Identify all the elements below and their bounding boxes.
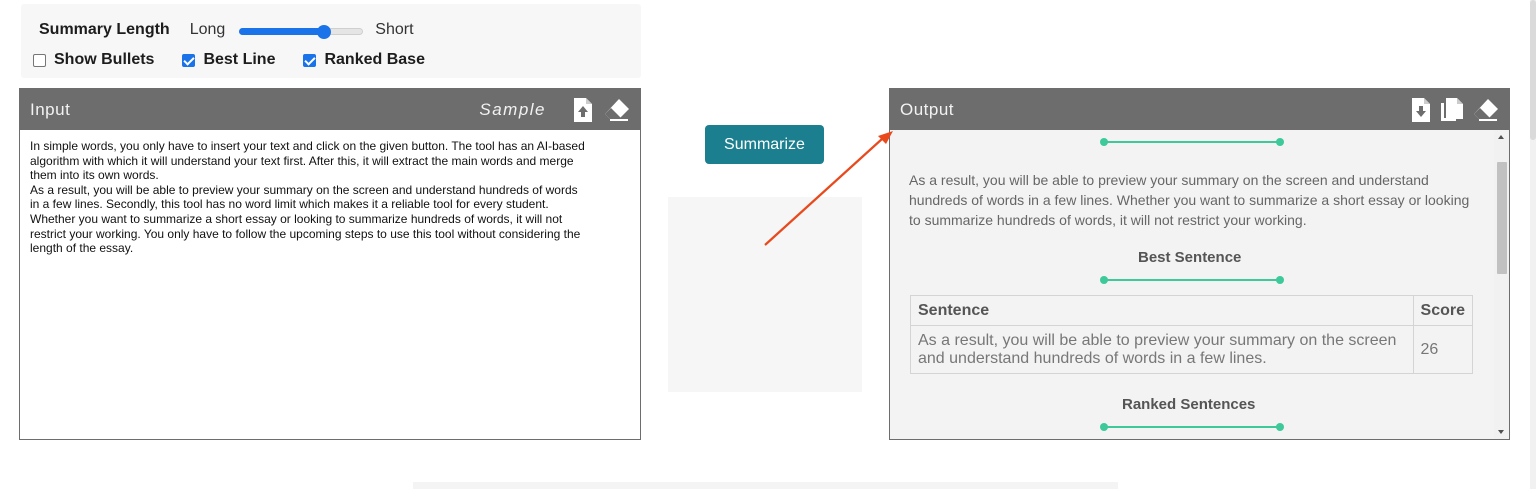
scroll-up-arrow-icon[interactable] xyxy=(1498,135,1504,139)
sample-button[interactable]: Sample xyxy=(479,100,546,120)
output-title: Output xyxy=(900,99,955,119)
input-textarea[interactable]: In simple words, you only have to insert… xyxy=(20,130,640,265)
summary-text: As a result, you will be able to preview… xyxy=(909,172,1470,228)
output-scrollbar[interactable] xyxy=(1494,130,1509,439)
ranked-sentences-title: Ranked Sentences xyxy=(1122,396,1256,413)
ranked-base-option[interactable]: Ranked Base xyxy=(303,51,425,69)
checkbox-row: Show Bullets Best Line Ranked Base xyxy=(33,51,453,69)
ranked-base-label[interactable]: Ranked Base xyxy=(324,51,425,69)
score-cell: 26 xyxy=(1412,325,1474,374)
summarize-button[interactable]: Summarize xyxy=(705,125,824,164)
sentence-column-header: Sentence xyxy=(910,295,1414,326)
table-row: As a result, you will be able to preview… xyxy=(910,325,1474,374)
scrollbar-thumb[interactable] xyxy=(1497,162,1507,274)
slider-thumb[interactable] xyxy=(316,25,331,39)
best-line-checkbox[interactable] xyxy=(182,53,196,67)
summary-length-label: Summary Length xyxy=(39,21,170,38)
input-tools: Sample xyxy=(479,97,630,122)
best-sentence-divider xyxy=(1100,276,1284,284)
show-bullets-label[interactable]: Show Bullets xyxy=(54,51,154,69)
page-scrollbar-thumb[interactable] xyxy=(1530,0,1536,140)
copy-icon[interactable] xyxy=(1441,97,1463,122)
best-sentence-table: Sentence Score As a result, you will be … xyxy=(910,295,1474,374)
input-title: Input xyxy=(30,99,71,119)
output-panel-header: Output xyxy=(890,89,1509,130)
download-icon[interactable] xyxy=(1411,97,1431,122)
long-label: Long xyxy=(189,21,226,38)
ad-placeholder xyxy=(668,197,862,392)
best-line-option[interactable]: Best Line xyxy=(182,51,275,69)
summary-options-bar: Summary Length Long Short Show Bullets B… xyxy=(21,4,641,78)
short-label: Short xyxy=(375,21,414,38)
bottom-strip xyxy=(413,482,1118,489)
slider-fill xyxy=(239,28,324,35)
input-panel-header: Input Sample xyxy=(20,89,640,130)
input-panel: Input Sample In simple words, you only h… xyxy=(19,88,641,440)
summary-length-slider[interactable] xyxy=(239,25,364,39)
upload-file-icon[interactable] xyxy=(572,97,594,122)
show-bullets-checkbox[interactable] xyxy=(33,53,46,67)
best-line-label[interactable]: Best Line xyxy=(203,51,275,69)
output-content: As a result, you will be able to preview… xyxy=(890,130,1494,439)
score-column-header: Score xyxy=(1412,295,1474,326)
page-scrollbar[interactable] xyxy=(1530,0,1536,489)
clear-output-icon[interactable] xyxy=(1473,98,1499,122)
output-tools xyxy=(1401,97,1499,122)
ranked-sentences-divider xyxy=(1100,423,1284,431)
eraser-icon[interactable] xyxy=(604,98,630,122)
show-bullets-option[interactable]: Show Bullets xyxy=(33,51,154,69)
output-panel: Output As a result, you will be able to … xyxy=(889,88,1510,440)
ranked-base-checkbox[interactable] xyxy=(303,53,317,67)
page: Summary Length Long Short Show Bullets B… xyxy=(0,0,1536,489)
summary-length-row: Summary Length Long Short xyxy=(39,21,414,39)
best-sentence-title: Best Sentence xyxy=(1138,249,1242,266)
scroll-down-arrow-icon[interactable] xyxy=(1498,430,1504,434)
table-header-row: Sentence Score xyxy=(910,295,1474,326)
summary-divider xyxy=(1100,138,1284,146)
sentence-cell: As a result, you will be able to preview… xyxy=(910,325,1414,374)
